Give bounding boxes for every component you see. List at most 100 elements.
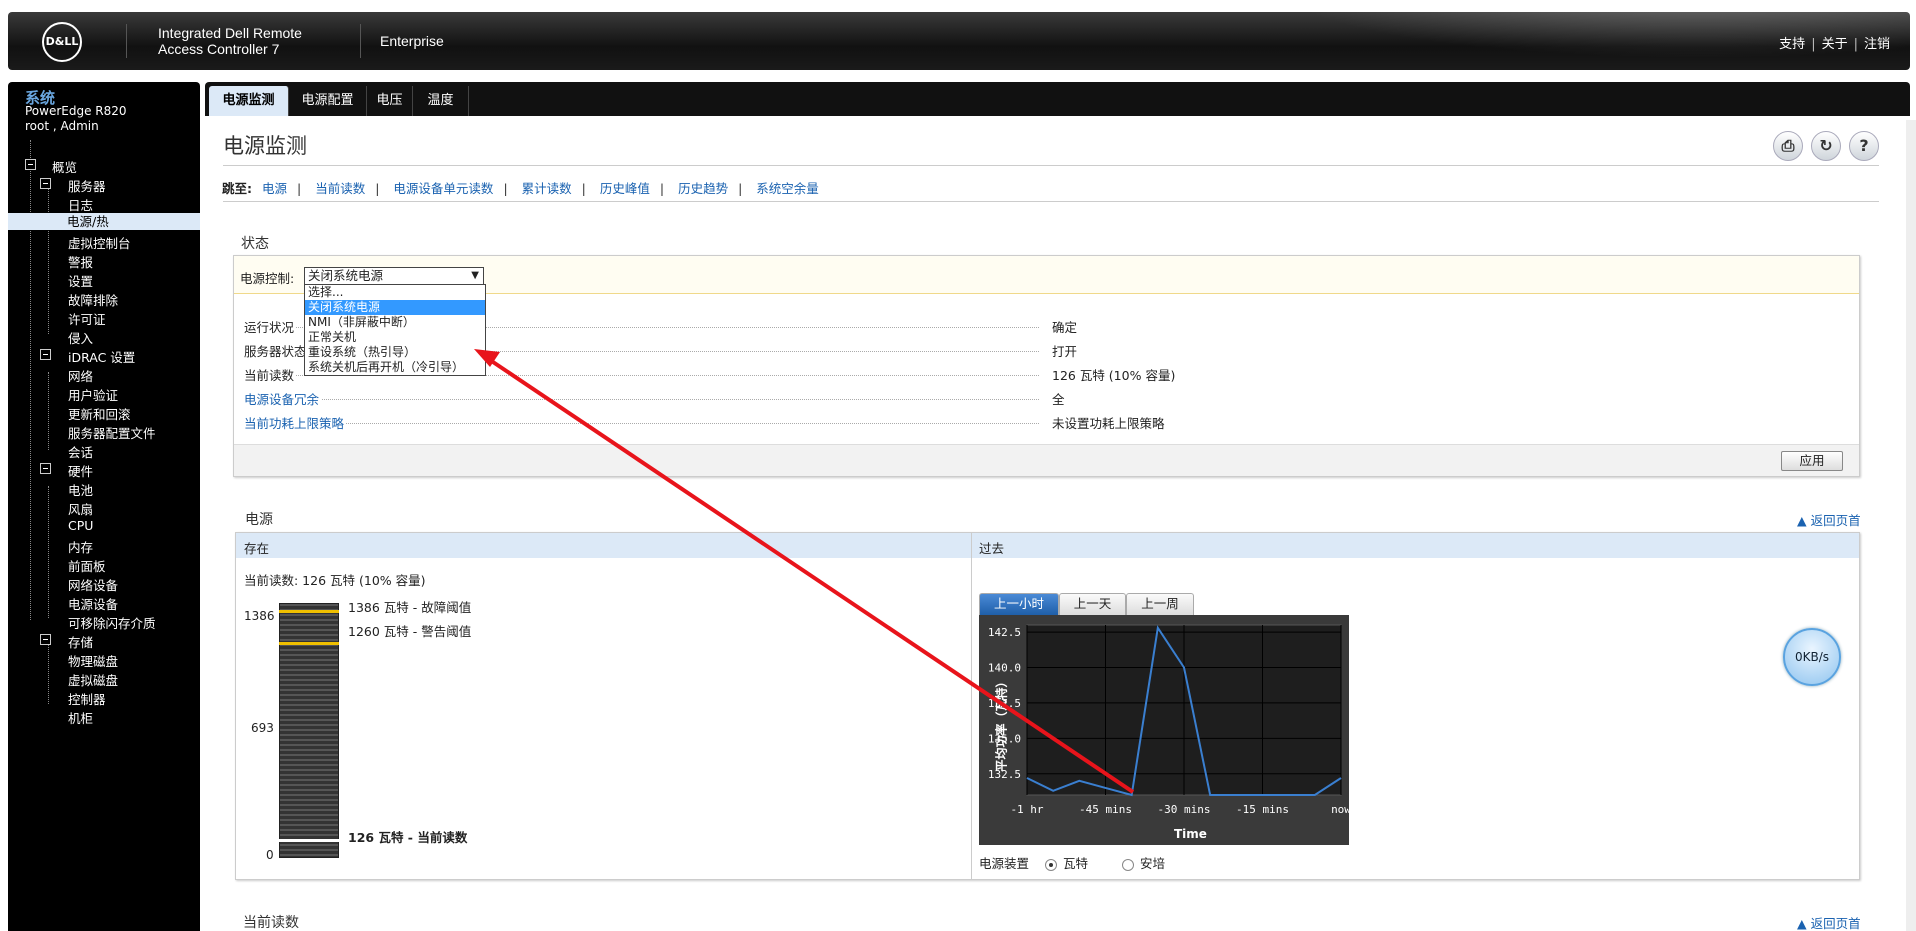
tree-item-virtual-console[interactable]: 虚拟控制台 [68, 233, 131, 252]
logout-link[interactable]: 注销 [1864, 37, 1890, 52]
product-line-2: Access Controller 7 [158, 41, 280, 57]
collapse-server-icon[interactable] [40, 178, 51, 189]
tree-item-physical-disks[interactable]: 物理磁盘 [68, 651, 118, 670]
collapse-overview-icon[interactable] [25, 159, 36, 170]
tree-item-troubleshooting[interactable]: 故障排除 [68, 290, 118, 309]
dropdown-option-graceful-shutdown[interactable]: 正常关机 [305, 330, 485, 345]
tree-item-user-auth[interactable]: 用户验证 [68, 385, 118, 404]
tab-last-day[interactable]: 上一天 [1059, 593, 1126, 615]
tree-idrac-settings[interactable]: iDRAC 设置 [68, 347, 135, 366]
about-link[interactable]: 关于 [1822, 37, 1848, 52]
psu-redundancy-link[interactable]: 电源设备冗余 [244, 389, 322, 408]
tree-item-network-devices[interactable]: 网络设备 [68, 575, 118, 594]
leader-dots [244, 399, 1039, 400]
tab-temperatures[interactable]: 温度 [413, 86, 469, 116]
amps-radio[interactable] [1122, 858, 1134, 871]
tree-item-virtual-disks[interactable]: 虚拟磁盘 [68, 670, 118, 689]
dropdown-option-nmi[interactable]: NMI（非屏蔽中断） [305, 315, 485, 330]
tree-item-power-supplies[interactable]: 电源设备 [68, 594, 118, 613]
gauge-warning-marker [279, 642, 339, 646]
status-key: 运行状况 [244, 317, 297, 336]
jump-link-current-reading[interactable]: 当前读数 [315, 181, 365, 196]
tree-item-setup[interactable]: 设置 [68, 271, 93, 290]
power-control-select[interactable]: 关闭系统电源 ▼ [304, 267, 484, 285]
tree-item-fans[interactable]: 风扇 [68, 499, 93, 518]
tree-item-power-thermal[interactable]: 电源/热 [8, 213, 200, 230]
power-control-value: 关闭系统电源 [308, 268, 384, 283]
tree-item-controllers[interactable]: 控制器 [68, 689, 106, 708]
back-to-top-link-2[interactable]: ▲ 返回页首 [1797, 913, 1861, 931]
tree-line [30, 140, 31, 620]
tree-item-network[interactable]: 网络 [68, 366, 93, 385]
collapse-idrac-icon[interactable] [40, 349, 51, 360]
tree-item-front-panel[interactable]: 前面板 [68, 556, 106, 575]
status-key: 服务器状态 [244, 341, 309, 360]
print-icon[interactable]: ⎙ [1773, 131, 1803, 161]
jump-link-psu-readings[interactable]: 电源设备单元读数 [393, 181, 493, 196]
tree-item-batteries[interactable]: 电池 [68, 480, 93, 499]
dropdown-option-cold-boot[interactable]: 系统关机后再开机（冷引导） [305, 360, 485, 375]
tree-hardware[interactable]: 硬件 [68, 461, 93, 480]
power-control-label: 电源控制: [240, 271, 295, 286]
jump-link-historical-trends[interactable]: 历史趋势 [678, 181, 728, 196]
link-separator: | [1811, 37, 1816, 52]
tree-server[interactable]: 服务器 [68, 176, 106, 195]
tree-item-sessions[interactable]: 会话 [68, 442, 93, 461]
collapse-storage-icon[interactable] [40, 634, 51, 645]
title-divider [223, 165, 1879, 166]
tree-storage[interactable]: 存储 [68, 632, 93, 651]
watts-radio[interactable] [1045, 858, 1057, 871]
tree-item-server-profile[interactable]: 服务器配置文件 [68, 423, 156, 442]
tree-item-licenses[interactable]: 许可证 [68, 309, 106, 328]
tab-last-hour[interactable]: 上一小时 [979, 593, 1059, 615]
tab-power-configuration[interactable]: 电源配置 [289, 86, 367, 116]
unit-selector: 电源装置 瓦特 安培 [979, 853, 1165, 872]
tree-item-alerts[interactable]: 警报 [68, 252, 93, 271]
gauge-tick-max: 1386 [244, 609, 275, 623]
dropdown-option-power-off[interactable]: 关闭系统电源 [305, 300, 485, 315]
power-panel-divider [971, 533, 972, 879]
x-tick-label: -15 mins [1236, 803, 1289, 816]
apply-button[interactable]: 应用 [1781, 451, 1843, 471]
tree-line [48, 372, 49, 450]
jump-separator: | [659, 181, 665, 196]
tab-last-week[interactable]: 上一周 [1126, 593, 1194, 615]
tree-item-intrusion[interactable]: 侵入 [68, 328, 93, 347]
power-section-title: 电源 [245, 512, 273, 528]
refresh-icon[interactable]: ↻ [1811, 131, 1841, 161]
tree-item-cpu[interactable]: CPU [68, 518, 93, 533]
tree-item-removable-flash[interactable]: 可移除闪存介质 [68, 613, 156, 632]
tree-item-update-rollback[interactable]: 更新和回滚 [68, 404, 131, 423]
jump-separator: | [503, 181, 508, 196]
tree-item-logs[interactable]: 日志 [68, 195, 93, 214]
tree-item-enclosures[interactable]: 机柜 [68, 708, 93, 727]
jump-link-system-headroom[interactable]: 系统空余量 [756, 181, 819, 196]
y-tick-label: 142.5 [988, 626, 1021, 639]
support-link[interactable]: 支持 [1779, 37, 1805, 52]
tree-overview[interactable]: 概览 [52, 157, 77, 176]
tree-item-memory[interactable]: 内存 [68, 537, 93, 556]
tab-voltages[interactable]: 电压 [367, 86, 413, 116]
help-icon[interactable]: ? [1849, 131, 1879, 161]
back-to-top-link[interactable]: ▲ 返回页首 [1797, 510, 1861, 529]
jump-link-cumulative[interactable]: 累计读数 [522, 181, 572, 196]
page-scrollbar[interactable] [1906, 120, 1916, 931]
dropdown-option-select[interactable]: 选择... [305, 285, 485, 300]
collapse-hardware-icon[interactable] [40, 463, 51, 474]
chart-x-axis-label: Time [1174, 827, 1207, 841]
jump-separator: | [297, 181, 302, 196]
chart-canvas: -1 hr -45 mins -30 mins -15 mins now 142.5 140… [988, 624, 1349, 816]
status-value: 未设置功耗上限策略 [1052, 416, 1165, 431]
gauge-legend-current: 126 瓦特 - 当前读数 [348, 830, 468, 845]
network-speed-widget[interactable]: 0KB/s [1783, 628, 1841, 686]
tab-power-monitoring[interactable]: 电源监测 [209, 86, 289, 116]
jump-link-historical-peaks[interactable]: 历史峰值 [600, 181, 650, 196]
dropdown-option-warm-reset[interactable]: 重设系统（热引导） [305, 345, 485, 360]
jump-link-power[interactable]: 电源 [262, 181, 287, 196]
gauge-current-marker [279, 838, 339, 842]
product-line-1: Integrated Dell Remote [158, 25, 302, 41]
power-cap-policy-link[interactable]: 当前功耗上限策略 [244, 413, 347, 432]
amps-label: 安培 [1140, 856, 1166, 871]
current-reading-section-title: 当前读数 [243, 915, 299, 931]
tree-line [48, 486, 49, 618]
